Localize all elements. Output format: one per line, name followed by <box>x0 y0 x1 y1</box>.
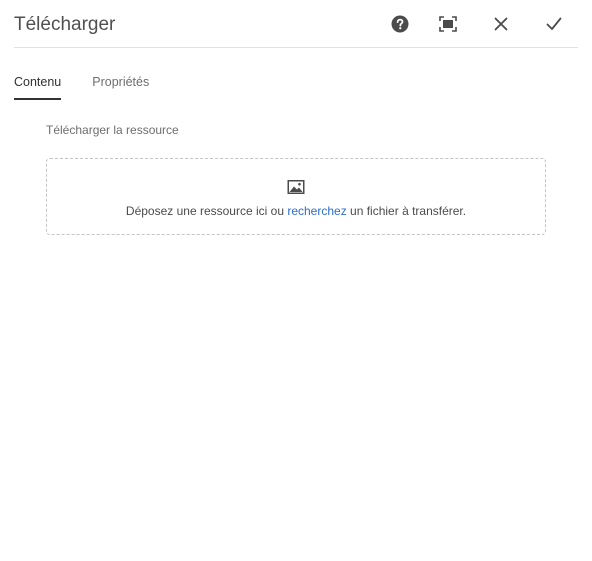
tab-contenu[interactable]: Contenu <box>14 70 62 100</box>
fullscreen-icon <box>439 16 457 32</box>
close-icon <box>494 17 508 31</box>
close-button[interactable] <box>489 12 513 36</box>
dropzone-text: Déposez une ressource ici ou recherchez … <box>47 202 545 220</box>
dropzone-text-after: un fichier à transférer. <box>346 204 467 218</box>
browse-link[interactable]: recherchez <box>287 204 346 218</box>
tab-proprietes[interactable]: Propriétés <box>92 70 149 100</box>
help-button[interactable] <box>388 12 412 36</box>
image-icon <box>287 180 305 194</box>
dropzone-text-before: Déposez une ressource ici ou <box>125 204 288 218</box>
upload-field-label: Télécharger la ressource <box>46 123 179 137</box>
dialog-header: Télécharger <box>14 0 578 48</box>
file-dropzone[interactable]: Déposez une ressource ici ou recherchez … <box>46 158 546 235</box>
checkmark-icon <box>546 17 562 30</box>
tab-list: Contenu Propriétés <box>14 70 180 102</box>
dialog-title: Télécharger <box>14 14 116 35</box>
help-icon <box>391 15 409 33</box>
done-button[interactable] <box>542 12 566 36</box>
fullscreen-button[interactable] <box>436 12 460 36</box>
upload-dialog: Télécharger Contenu Propriétés Télécharg… <box>0 0 592 561</box>
